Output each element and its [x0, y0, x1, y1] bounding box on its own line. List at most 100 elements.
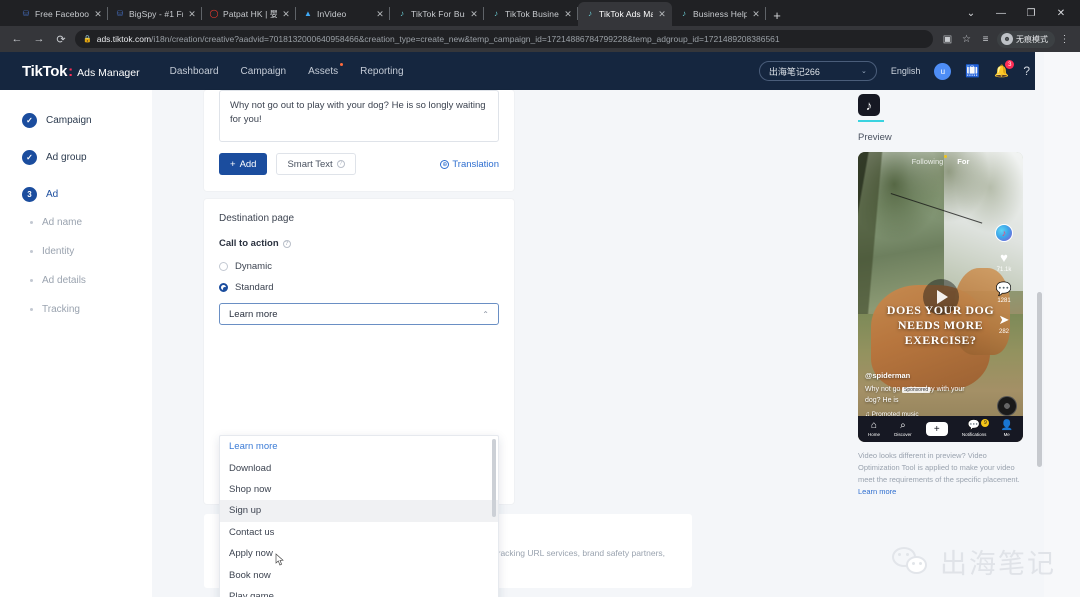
page-viewport: TikTok: Ads Manager Dashboard Campaign A…: [0, 52, 1044, 597]
address-bar[interactable]: 🔒 ads.tiktok.com/i18n/creation/creative?…: [75, 30, 933, 48]
browser-tab-7[interactable]: ♪ Business Help Cen ✕: [672, 2, 766, 26]
sidebar-substep-ad-name[interactable]: Ad name: [22, 208, 152, 236]
radio-icon-selected: [219, 283, 228, 292]
tab-search-icon[interactable]: ⌄: [956, 2, 986, 24]
help-icon[interactable]: ?: [1023, 64, 1030, 78]
reload-icon[interactable]: ⟳: [50, 28, 72, 50]
overlay-line-1: DOES YOUR DOG: [886, 302, 995, 317]
browser-tab-4[interactable]: ♪ TikTok For Busine ✕: [390, 2, 484, 26]
preview-tab-foryou[interactable]: For: [957, 157, 969, 166]
incognito-indicator[interactable]: ☻ 无痕模式: [997, 30, 1055, 48]
dropdown-option-book-now[interactable]: Book now: [220, 564, 498, 585]
sidebar-substep-label: Ad details: [42, 274, 86, 286]
browser-tab-3[interactable]: ▲ InVideo ✕: [296, 2, 390, 26]
add-button[interactable]: + Add: [219, 153, 268, 175]
nav-assets[interactable]: Assets: [308, 62, 344, 77]
preview-nav-create[interactable]: +: [923, 422, 950, 436]
nav-reporting[interactable]: Reporting: [360, 66, 403, 77]
close-window-button[interactable]: ✕: [1046, 2, 1076, 24]
radio-dynamic[interactable]: Dynamic: [219, 258, 499, 275]
back-icon[interactable]: ←: [6, 28, 28, 50]
account-selector[interactable]: 出海笔记266 ⌄: [758, 61, 877, 81]
dropdown-scrollbar[interactable]: [492, 439, 496, 597]
page-scrollbar[interactable]: [1035, 52, 1044, 597]
close-icon[interactable]: ✕: [563, 9, 573, 20]
sidebar-step-ad[interactable]: 3 Ad: [22, 180, 152, 208]
dropdown-option-apply-now[interactable]: Apply now: [220, 543, 498, 564]
reading-list-icon[interactable]: ≡: [976, 30, 995, 49]
preview-nav-notifications[interactable]: 💬 9 Notifications: [962, 419, 990, 437]
close-icon[interactable]: ✕: [469, 9, 479, 20]
window-controls: ⌄ — ❐ ✕: [956, 2, 1076, 24]
watermark-text: 出海笔记: [940, 549, 1056, 579]
sidebar-step-ad-group[interactable]: ✓ Ad group: [22, 143, 152, 171]
preview-note-learn-more-link[interactable]: Learn more: [858, 487, 896, 496]
translation-link[interactable]: ⊕ Translation: [440, 159, 499, 170]
tiktok-ads-manager-logo[interactable]: TikTok: Ads Manager: [22, 63, 140, 80]
dropdown-option-play-game[interactable]: Play game: [220, 586, 498, 597]
home-icon: ⌂: [871, 420, 878, 431]
minimize-button[interactable]: —: [986, 2, 1016, 24]
briefcase-icon[interactable]: 🛄: [965, 64, 980, 78]
cta-select[interactable]: Learn more ⌃: [219, 303, 499, 325]
browser-tab-0[interactable]: ⛁ Free Facebook Ad ✕: [14, 2, 108, 26]
forward-icon[interactable]: →: [28, 28, 50, 50]
bullet-icon: [30, 278, 33, 282]
help-icon[interactable]: ?: [336, 160, 345, 168]
sidebar-step-campaign[interactable]: ✓ Campaign: [22, 106, 152, 134]
close-icon[interactable]: ✕: [751, 9, 761, 20]
preview-nav-discover[interactable]: ⌕ Discover: [894, 421, 912, 438]
browser-tab-5[interactable]: ♪ TikTok Business C ✕: [484, 2, 578, 26]
page-body: ✓ Campaign ✓ Ad group 3 Ad Ad name Ident…: [0, 90, 1044, 597]
translate-icon[interactable]: ▣: [938, 30, 957, 49]
cta-dropdown-menu[interactable]: Learn more Download Shop now Sign up Con…: [219, 435, 499, 597]
smart-text-button[interactable]: Smart Text ?: [276, 153, 356, 175]
bullet-icon: [30, 249, 33, 253]
browser-tab-2[interactable]: ◯ Patpat HK | 嬰童 ✕: [202, 2, 296, 26]
sidebar-substep-identity[interactable]: Identity: [22, 237, 152, 265]
dropdown-scrollbar-thumb[interactable]: [492, 439, 496, 517]
dropdown-option-learn-more[interactable]: Learn more: [220, 436, 498, 457]
browser-tab-6-active[interactable]: ♪ TikTok Ads Manag ✕: [578, 2, 672, 26]
preview-handle: @spiderman: [865, 371, 911, 380]
browser-tab-1[interactable]: ⛁ BigSpy - #1 Free / ✕: [108, 2, 202, 26]
lock-icon: 🔒: [83, 36, 92, 43]
preview-nav-home[interactable]: ⌂ Home: [868, 420, 880, 438]
dropdown-option-contact-us[interactable]: Contact us: [220, 522, 498, 543]
avatar[interactable]: [995, 224, 1013, 242]
bookmark-star-icon[interactable]: ☆: [957, 30, 976, 49]
translation-label: Translation: [452, 158, 499, 170]
avatar[interactable]: u: [934, 62, 952, 80]
sidebar-substep-tracking[interactable]: Tracking: [22, 295, 152, 323]
close-icon[interactable]: ✕: [281, 9, 291, 20]
bell-icon[interactable]: 🔔 3: [994, 60, 1015, 78]
cta-select-value: Learn more: [229, 308, 278, 320]
heart-icon[interactable]: ♥: [1000, 251, 1008, 264]
language-selector[interactable]: English: [891, 66, 921, 76]
tiktok-icon: ♪: [588, 9, 592, 18]
sidebar-substep-ad-details[interactable]: Ad details: [22, 266, 152, 294]
nav-campaign[interactable]: Campaign: [241, 66, 287, 77]
browser-menu-icon[interactable]: ⋮: [1055, 30, 1074, 49]
dropdown-option-download[interactable]: Download: [220, 457, 498, 478]
close-icon[interactable]: ✕: [93, 9, 103, 20]
help-icon[interactable]: ?: [282, 239, 291, 248]
close-icon[interactable]: ✕: [657, 9, 667, 20]
maximize-button[interactable]: ❐: [1016, 2, 1046, 24]
ad-text-input[interactable]: Why not go out to play with your dog? He…: [219, 90, 499, 142]
incognito-icon: ☻: [1001, 33, 1013, 45]
ad-preview-video[interactable]: Following For ♥ 71.1k 💬 1281 ➤ 282: [858, 152, 1023, 442]
new-tab-button[interactable]: +: [766, 4, 788, 26]
radio-standard[interactable]: Standard: [219, 279, 499, 296]
dropdown-option-shop-now[interactable]: Shop now: [220, 479, 498, 500]
dropdown-option-sign-up[interactable]: Sign up: [220, 500, 498, 522]
preview-tab-following[interactable]: Following: [912, 157, 944, 166]
close-icon[interactable]: ✕: [375, 9, 385, 20]
comment-icon[interactable]: 💬: [996, 282, 1012, 295]
address-bar-text: ads.tiktok.com/i18n/creation/creative?aa…: [97, 34, 780, 44]
destination-card: Destination page Call to action ? Dynami…: [204, 199, 514, 597]
preview-nav-me[interactable]: 👤 Me: [1000, 421, 1012, 438]
nav-dashboard[interactable]: Dashboard: [170, 66, 219, 77]
page-scrollbar-thumb[interactable]: [1037, 292, 1042, 467]
close-icon[interactable]: ✕: [187, 9, 197, 20]
